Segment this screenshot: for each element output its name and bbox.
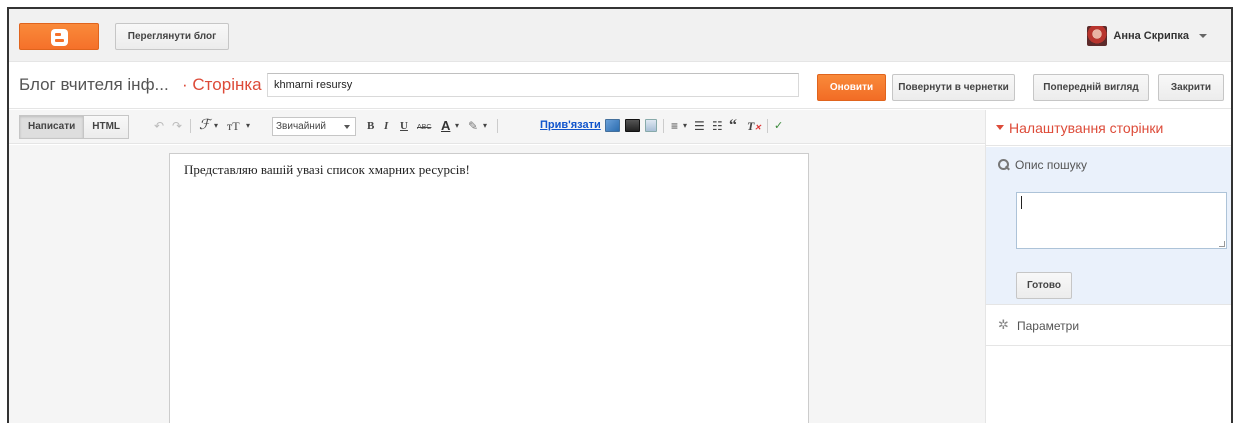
jump-break-icon[interactable] (645, 119, 657, 132)
user-name: Анна Скрипка (1113, 30, 1189, 42)
strikethrough-button[interactable]: ABC (417, 120, 431, 136)
page-settings-header[interactable]: Налаштування сторінки (986, 110, 1231, 146)
dropdown-arrow-icon[interactable]: ▾ (214, 118, 218, 134)
toolbar-divider (190, 119, 191, 133)
blog-title[interactable]: Блог вчителя інф... (19, 75, 169, 95)
italic-button[interactable]: I (384, 118, 388, 134)
format-select[interactable]: Звичайний (272, 117, 356, 136)
search-icon (998, 159, 1009, 170)
options-label: Параметри (1017, 319, 1080, 333)
page-title-input[interactable]: khmarni resursy (267, 73, 799, 97)
page-settings-sidebar: Налаштування сторінки Опис пошуку Готово… (985, 110, 1231, 423)
triangle-down-icon (996, 125, 1004, 130)
user-menu[interactable]: Анна Скрипка (1087, 24, 1207, 48)
search-description-section: Опис пошуку Готово (986, 147, 1231, 305)
compose-mode-button[interactable]: Написати (19, 115, 85, 139)
editor-toolbar: Написати HTML ↶ ↷ ℱ ▾ тT ▾ Звичайний B I… (9, 110, 985, 144)
toolbar-divider (663, 119, 664, 133)
clear-formatting-x-icon: ✕ (754, 123, 762, 132)
options-section[interactable]: ✲ Параметри (986, 306, 1231, 346)
blogger-logo-icon (51, 29, 68, 46)
font-family-icon[interactable]: ℱ (199, 118, 210, 134)
quote-icon[interactable]: “ (729, 118, 737, 134)
editor-body-text[interactable]: Представляю вашій увазі список хмарних р… (184, 162, 470, 178)
bulleted-list-icon[interactable]: ☷ (712, 118, 723, 134)
compose-editor[interactable]: Представляю вашій увазі список хмарних р… (169, 153, 809, 423)
insert-link-button[interactable]: Прив'язати (540, 119, 601, 131)
toolbar-divider (497, 119, 498, 133)
mode-switch: Написати HTML (19, 115, 130, 139)
text-cursor (1021, 196, 1022, 209)
page-settings-title: Налаштування сторінки (1009, 120, 1164, 136)
page-label-text: Сторінка (192, 75, 262, 94)
clear-formatting-icon[interactable]: T✕ (747, 118, 761, 136)
chevron-down-icon (1199, 34, 1207, 38)
text-color-icon[interactable]: A (441, 118, 450, 134)
search-description-label: Опис пошуку (1015, 158, 1088, 172)
blogger-logo-button[interactable] (19, 23, 99, 50)
dropdown-arrow-icon[interactable]: ▾ (683, 118, 687, 134)
page-type-label: · Сторінка (182, 75, 262, 95)
close-button[interactable]: Закрити (1158, 74, 1224, 101)
update-button[interactable]: Оновити (817, 74, 886, 101)
insert-image-icon[interactable] (605, 119, 620, 132)
preview-button[interactable]: Попередній вигляд (1033, 74, 1149, 101)
insert-video-icon[interactable] (625, 119, 640, 132)
underline-button[interactable]: U (400, 118, 408, 134)
redo-icon[interactable]: ↷ (172, 118, 182, 134)
font-size-icon[interactable]: тT (227, 118, 240, 134)
editor-frame: Переглянути блог Анна Скрипка Блог вчите… (7, 7, 1233, 423)
title-separator: · (182, 75, 188, 94)
top-bar: Переглянути блог Анна Скрипка (9, 9, 1231, 62)
view-blog-button[interactable]: Переглянути блог (115, 23, 229, 50)
align-icon[interactable]: ≡ (671, 118, 678, 134)
avatar (1087, 26, 1108, 46)
highlight-color-icon[interactable]: ✎ (468, 118, 478, 134)
bold-button[interactable]: B (367, 118, 374, 134)
dropdown-arrow-icon[interactable]: ▾ (455, 118, 459, 134)
done-button[interactable]: Готово (1016, 272, 1072, 299)
dropdown-arrow-icon[interactable]: ▾ (483, 118, 487, 134)
gear-icon: ✲ (998, 317, 1009, 332)
resize-handle[interactable] (1219, 241, 1225, 247)
spellcheck-icon[interactable]: ✓ (774, 118, 783, 134)
search-description-textarea[interactable] (1016, 192, 1227, 249)
html-mode-button[interactable]: HTML (84, 115, 130, 139)
toolbar-divider (767, 119, 768, 133)
title-bar: Блог вчителя інф... · Сторінка khmarni r… (9, 63, 1231, 109)
revert-to-draft-button[interactable]: Повернути в чернетки (892, 74, 1015, 101)
dropdown-arrow-icon[interactable]: ▾ (246, 118, 250, 134)
numbered-list-icon[interactable]: ☰ (694, 118, 705, 134)
undo-icon[interactable]: ↶ (154, 118, 164, 134)
